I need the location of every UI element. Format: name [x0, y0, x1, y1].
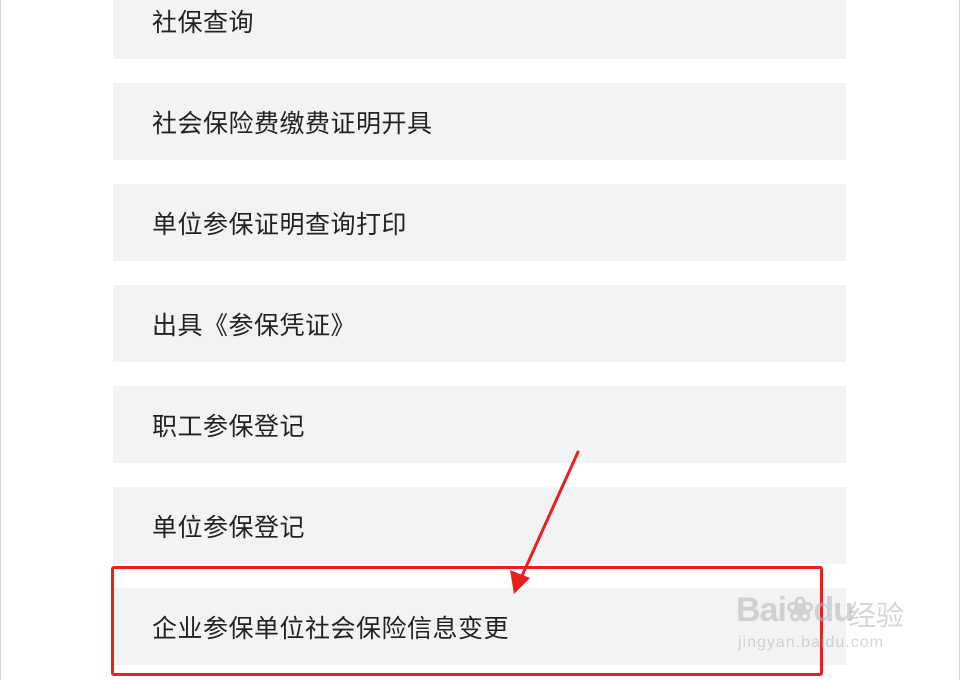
menu-item-label: 社会保险费缴费证明开具 [152, 108, 433, 138]
watermark-logo: Bai❀du [736, 591, 854, 629]
menu-item-label: 单位参保登记 [152, 512, 306, 542]
menu-item-unit-certificate-print[interactable]: 单位参保证明查询打印 [113, 184, 846, 261]
service-menu-list: 社保查询 社会保险费缴费证明开具 单位参保证明查询打印 出具《参保凭证》 职工参… [113, 0, 846, 680]
menu-item-label: 职工参保登记 [152, 411, 306, 441]
page: 社保查询 社会保险费缴费证明开具 单位参保证明查询打印 出具《参保凭证》 职工参… [0, 0, 960, 680]
menu-item-unit-registration[interactable]: 单位参保登记 [113, 487, 846, 564]
watermark-subtitle: 经验 [848, 599, 905, 632]
menu-item-label: 出具《参保凭证》 [152, 310, 357, 340]
menu-item-payment-certificate[interactable]: 社会保险费缴费证明开具 [113, 83, 846, 160]
watermark-url: jingyan.baidu.com [738, 634, 884, 651]
baidu-jingyan-watermark: Bai❀du 经验 jingyan.baidu.com [736, 590, 916, 660]
left-border [0, 0, 1, 680]
paw-icon: ❀ [785, 591, 814, 629]
menu-item-social-security-query[interactable]: 社保查询 [113, 0, 846, 59]
menu-item-label: 单位参保证明查询打印 [152, 209, 408, 239]
menu-item-insurance-voucher[interactable]: 出具《参保凭证》 [113, 285, 846, 362]
menu-item-employee-registration[interactable]: 职工参保登记 [113, 386, 846, 463]
menu-item-label: 企业参保单位社会保险信息变更 [152, 613, 510, 643]
menu-item-label: 社保查询 [152, 7, 255, 37]
